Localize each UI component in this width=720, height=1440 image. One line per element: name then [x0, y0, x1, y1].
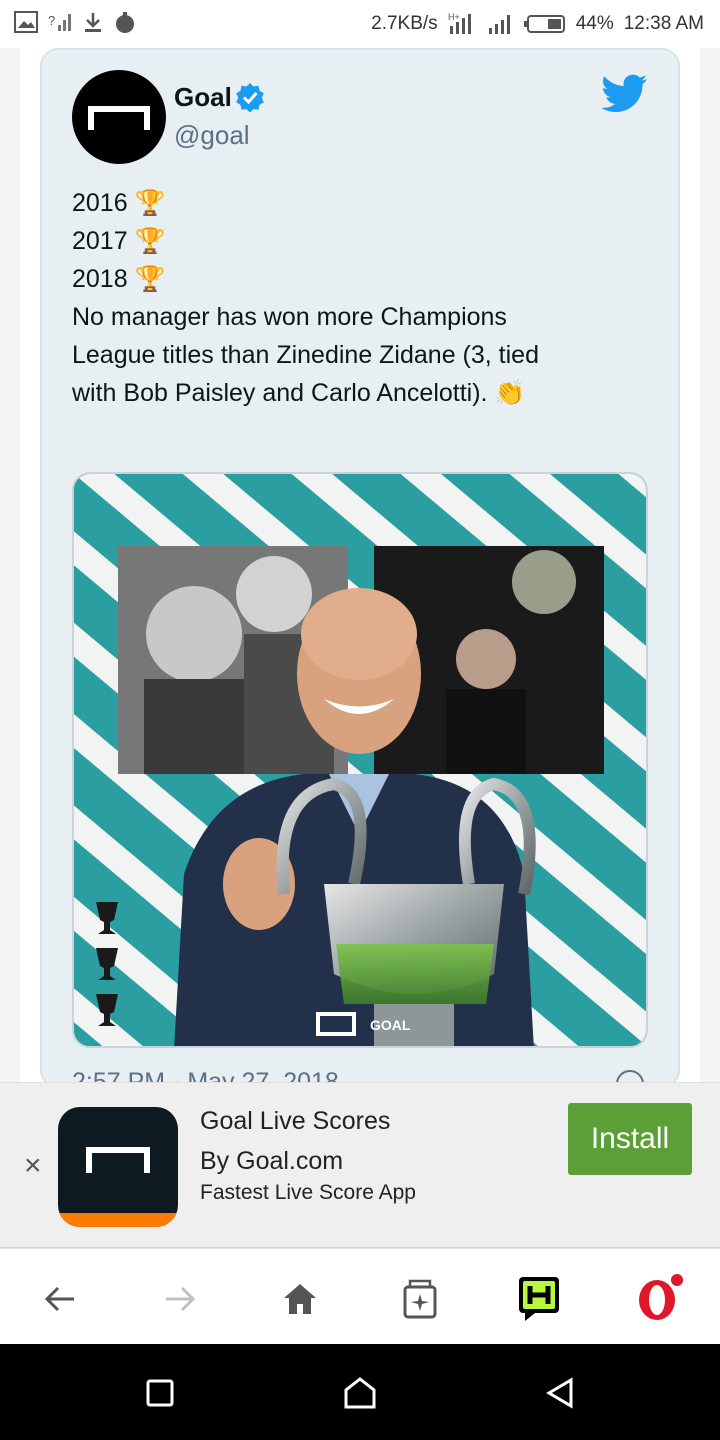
install-button[interactable]: Install: [568, 1103, 692, 1175]
home-button[interactable]: [270, 1269, 330, 1329]
system-navigation-bar: [0, 1344, 720, 1440]
tweet-line: League titles than Zinedine Zidane (3, t…: [72, 341, 539, 369]
goal-logo-icon: [86, 1147, 150, 1173]
goal-app-icon[interactable]: [58, 1107, 178, 1227]
no-signal-icon: ?: [48, 13, 71, 31]
recents-square-icon: [146, 1379, 174, 1407]
home-icon: [284, 1284, 316, 1314]
embedded-tweet[interactable]: Goal @goal 2016 🏆 2017 🏆 2018 🏆 No manag…: [40, 48, 680, 1088]
twitter-bird-icon[interactable]: [602, 74, 648, 114]
tabs-icon: [403, 1279, 437, 1319]
recents-button[interactable]: [130, 1368, 190, 1418]
ad-publisher: By Goal.com: [200, 1147, 344, 1175]
ad-description: Fastest Live Score App: [200, 1181, 416, 1204]
tabs-button[interactable]: [390, 1269, 450, 1329]
bomb-icon: [116, 12, 134, 33]
app-install-ad[interactable]: × Goal Live Scores By Goal.com Fastest L…: [0, 1082, 720, 1248]
image-notification-icon: [14, 11, 38, 33]
status-left-icons: ?: [14, 10, 136, 34]
back-button[interactable]: [30, 1269, 90, 1329]
svg-text:?: ?: [48, 13, 55, 28]
forward-arrow-icon: [166, 1286, 196, 1312]
forward-button[interactable]: [150, 1269, 210, 1329]
tweet-line: 2016 🏆: [72, 189, 166, 217]
opera-logo-icon: [639, 1274, 683, 1320]
status-bar: ? 2.7KB/s H+ 44% 12:38 AM: [0, 0, 720, 48]
tweet-line: 2017 🏆: [72, 227, 166, 255]
zidane-trophy-photo: GOAL: [74, 474, 646, 1046]
hype-button[interactable]: [510, 1269, 570, 1329]
tweet-author-name[interactable]: Goal: [174, 82, 232, 113]
system-back-button[interactable]: [530, 1368, 590, 1418]
tweet-line: 2018 🏆: [72, 265, 166, 293]
download-icon: [85, 13, 101, 32]
close-icon[interactable]: ×: [24, 1151, 48, 1181]
tweet-media-image[interactable]: GOAL: [72, 472, 648, 1048]
opera-menu-button[interactable]: [630, 1269, 690, 1329]
tweet-line: No manager has won more Champions: [72, 303, 507, 331]
app-icon-accent: [58, 1213, 178, 1227]
signal-h-plus-icon: H+: [448, 12, 471, 34]
tweet-author-handle[interactable]: @goal: [174, 120, 250, 151]
system-home-button[interactable]: [330, 1368, 390, 1418]
network-speed: 2.7KB/s: [371, 13, 438, 34]
status-right-icons: 2.7KB/s H+ 44% 12:38 AM: [371, 12, 704, 36]
tweet-text: 2016 🏆 2017 🏆 2018 🏆 No manager has won …: [72, 184, 632, 412]
back-arrow-icon: [44, 1286, 74, 1312]
image-watermark: GOAL: [370, 1017, 411, 1033]
battery-percent: 44%: [575, 13, 614, 34]
tweet-line: with Bob Paisley and Carlo Ancelotti). 👏: [72, 379, 526, 407]
home-pentagon-icon: [344, 1377, 376, 1409]
clock: 12:38 AM: [623, 13, 704, 34]
goal-logo-icon: [88, 106, 150, 130]
battery-icon: [523, 15, 565, 33]
avatar[interactable]: [72, 70, 166, 164]
signal-bars-icon: [488, 15, 510, 34]
browser-toolbar: [0, 1248, 720, 1344]
verified-badge-icon: [236, 83, 264, 112]
hype-icon: [519, 1277, 559, 1321]
back-triangle-icon: [546, 1377, 573, 1409]
svg-text:H+: H+: [448, 12, 460, 22]
ad-title: Goal Live Scores: [200, 1107, 391, 1135]
